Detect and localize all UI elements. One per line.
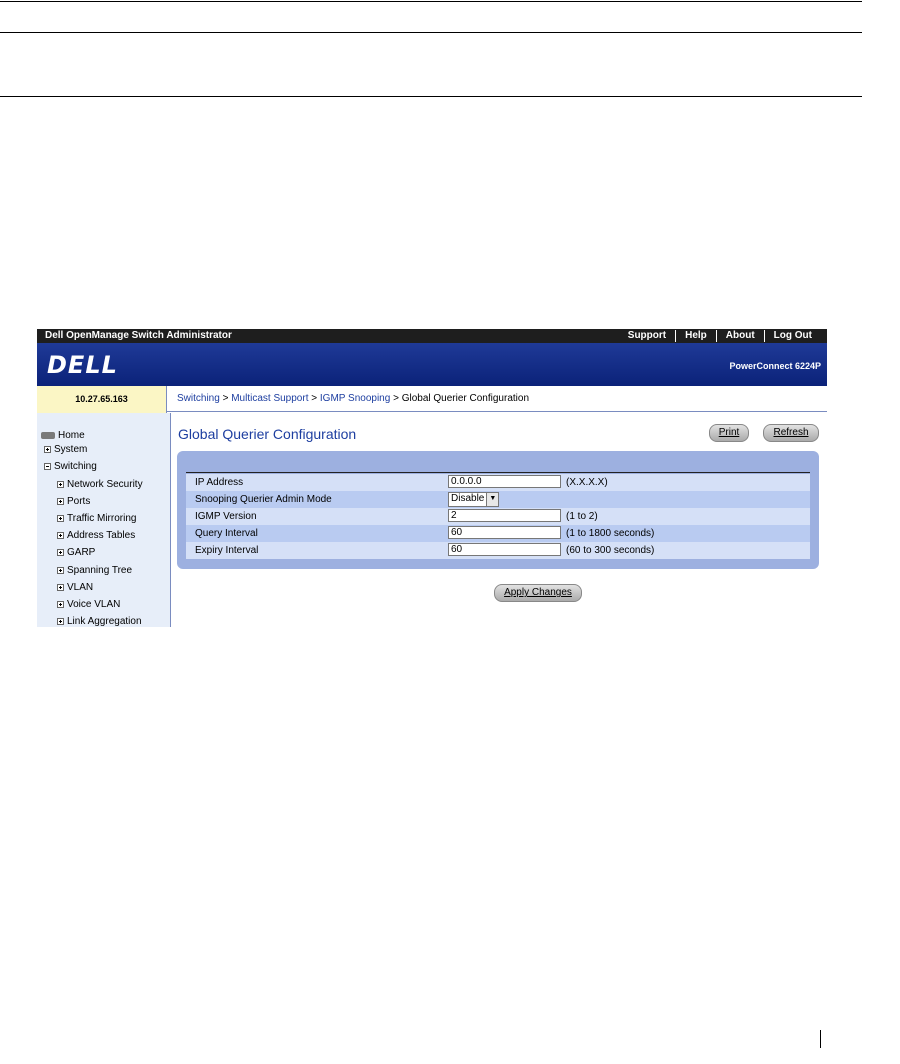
document-rule-bottom [0,96,862,97]
nav-item-switching[interactable]: Switching [44,461,97,472]
expand-icon[interactable] [57,618,64,625]
query-interval-input[interactable] [448,526,561,539]
nav-label: Traffic Mirroring [67,513,137,524]
main-content: Global Querier Configuration Print Refre… [171,413,827,627]
ip-address-input[interactable] [448,475,561,488]
expiry-interval-hint: (60 to 300 seconds) [566,545,655,556]
ip-address-row: IP Address (X.X.X.X) [186,474,810,491]
device-ip: 10.27.65.163 [37,386,167,413]
query-interval-label: Query Interval [195,528,258,539]
nav-label: Switching [54,461,97,472]
collapse-icon[interactable] [44,463,51,470]
help-link[interactable]: Help [675,330,716,342]
expand-icon[interactable] [57,515,64,522]
nav-item-vlan[interactable]: VLAN [57,582,93,593]
nav-label: Link Aggregation [67,616,142,627]
expand-icon[interactable] [57,567,64,574]
igmp-version-row: IGMP Version (1 to 2) [186,508,810,525]
breadcrumb-igmp-snooping[interactable]: IGMP Snooping [320,393,390,404]
nav-item-spanning-tree[interactable]: Spanning Tree [57,565,132,576]
nav-item-traffic-mirroring[interactable]: Traffic Mirroring [57,513,136,524]
nav-item-network-security[interactable]: Network Security [57,479,143,490]
home-icon [41,432,55,439]
breadcrumb-multicast-support[interactable]: Multicast Support [231,393,308,404]
expand-icon[interactable] [57,584,64,591]
nav-label: System [54,444,88,455]
nav-item-link-aggregation[interactable]: Link Aggregation [57,616,142,627]
document-rule-top [0,1,862,2]
ip-address-label: IP Address [195,477,244,488]
igmp-version-label: IGMP Version [195,511,257,522]
app-screenshot: Dell OpenManage Switch Administrator Sup… [37,329,827,627]
print-button[interactable]: Print [709,424,749,442]
nav-item-voice-vlan[interactable]: Voice VLAN [57,599,120,610]
nav-item-ports[interactable]: Ports [57,496,90,507]
dell-logo: DELL [47,351,118,379]
expand-icon[interactable] [57,481,64,488]
breadcrumb-current: Global Querier Configuration [401,393,530,404]
page-marker-bar [820,1030,821,1048]
admin-mode-label: Snooping Querier Admin Mode [195,494,332,505]
nav-label: Home [58,430,85,441]
about-link[interactable]: About [715,330,764,342]
nav-item-system[interactable]: System [44,444,87,455]
refresh-button[interactable]: Refresh [763,424,819,442]
expand-icon[interactable] [44,446,51,453]
nav-label: GARP [67,547,96,558]
ip-address-hint: (X.X.X.X) [566,477,608,488]
support-link[interactable]: Support [619,330,675,342]
expand-icon[interactable] [57,498,64,505]
config-panel: IP Address (X.X.X.X) Snooping Querier Ad… [177,451,819,569]
nav-label: Spanning Tree [67,565,133,576]
query-interval-row: Query Interval (1 to 1800 seconds) [186,525,810,542]
document-rule-header [0,32,862,33]
breadcrumb: Switching > Multicast Support > IGMP Sno… [167,386,827,412]
nav-label: VLAN [67,582,94,593]
expiry-interval-row: Expiry Interval (60 to 300 seconds) [186,542,810,559]
chevron-down-icon[interactable]: ▼ [486,493,499,506]
nav-item-home[interactable]: Home [41,430,85,441]
nav-item-garp[interactable]: GARP [57,547,95,558]
app-title: Dell OpenManage Switch Administrator [45,330,232,341]
admin-mode-value: Disable [451,493,485,504]
page-title: Global Querier Configuration [178,426,357,442]
nav-label: Address Tables [67,530,136,541]
admin-mode-select[interactable]: Disable ▼ [448,492,500,507]
breadcrumb-separator: > [393,393,399,404]
expand-icon[interactable] [57,601,64,608]
query-interval-hint: (1 to 1800 seconds) [566,528,655,539]
nav-label: Network Security [67,479,143,490]
expand-icon[interactable] [57,532,64,539]
device-model: PowerConnect 6224P [729,361,821,371]
breadcrumb-switching[interactable]: Switching [177,393,220,404]
expand-icon[interactable] [57,549,64,556]
nav-label: Voice VLAN [67,599,121,610]
apply-changes-button[interactable]: Apply Changes [494,584,582,602]
nav-item-address-tables[interactable]: Address Tables [57,530,135,541]
nav-tree: Home System Switching Network Security P… [37,413,171,627]
expiry-interval-label: Expiry Interval [195,545,259,556]
breadcrumb-separator: > [222,393,229,404]
logout-link[interactable]: Log Out [763,330,821,342]
igmp-version-hint: (1 to 2) [566,511,598,522]
header-banner: DELL PowerConnect 6224P [37,343,827,386]
nav-label: Ports [67,496,91,507]
top-bar: Dell OpenManage Switch Administrator Sup… [37,329,827,343]
expiry-interval-input[interactable] [448,543,561,556]
top-links: Support Help About Log Out [619,330,821,342]
panel-divider [186,472,810,473]
breadcrumb-separator: > [311,393,318,404]
igmp-version-input[interactable] [448,509,561,522]
admin-mode-row: Snooping Querier Admin Mode Disable ▼ [186,491,810,508]
